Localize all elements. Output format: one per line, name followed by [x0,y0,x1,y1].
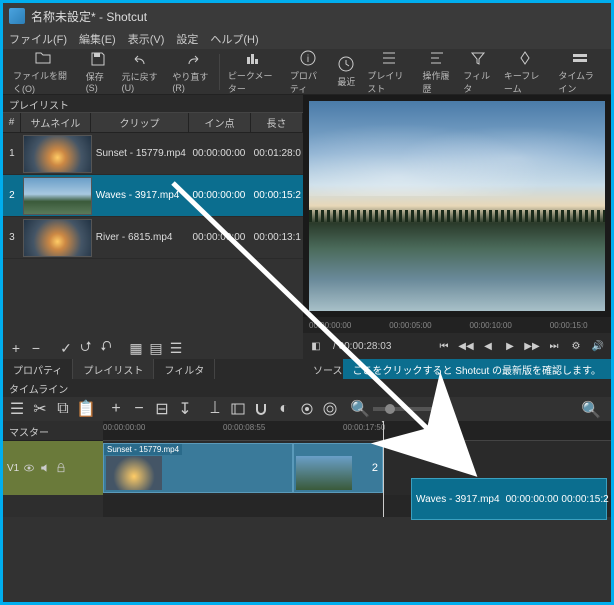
playlist-tools: + − ✓ ⮍ ⮏ ▦ ▤ ☰ [3,337,303,359]
preview-viewport[interactable] [309,101,605,311]
overwrite-button[interactable]: ↧ [175,399,195,419]
playlist-header: # サムネイル クリップ イン点 長さ [3,113,303,133]
skip-start-button[interactable]: ⏮ [435,337,453,355]
preview-controls: ◧ / 00:00:28:03 ⏮ ◀◀ ◀ ▶ ▶▶ ⏭ ⚙ 🔊 [303,333,611,359]
timeline-clip[interactable]: Sunset - 15779.mp4 [103,443,293,493]
zoom-in-button[interactable]: 🔍 [581,400,601,420]
toolbar-hist-button[interactable]: 操作履歴 [417,49,458,95]
toolbar-list-button[interactable]: プレイリスト [361,49,416,95]
menubar: ファイル(F) 編集(E) 表示(V) 設定ヘルプ(H) [3,29,611,49]
volume-button[interactable]: 🔊 [589,337,607,355]
menu-item[interactable]: ヘルプ(H) [210,31,258,47]
zoom-slider[interactable] [373,407,433,411]
skip-end-button[interactable]: ⏭ [545,337,563,355]
app-logo-icon [9,8,25,24]
copy-button[interactable]: ⧉ [53,399,73,419]
mute-icon[interactable] [39,462,51,474]
markers-button[interactable] [228,399,248,419]
col-length[interactable]: 長さ [251,113,303,132]
toolbar-info-button[interactable]: iプロパティ [284,49,332,95]
menu-item[interactable]: 編集(E) [79,31,116,47]
remove-clip-button[interactable]: − [129,399,149,419]
remove-button[interactable]: − [27,339,45,357]
toolbar-redo-button[interactable]: やり直す(R) [166,50,217,93]
playlist-panel-title: プレイリスト [3,95,303,113]
track-v1-header[interactable]: V1 [3,441,103,495]
menu-item[interactable]: 表示(V) [128,31,165,47]
toolbar-key-button[interactable]: キーフレーム [498,49,552,95]
playlist-row[interactable]: 1Sunset - 15779.mp400:00:00:0000:01:28:0 [3,133,303,175]
toolbar-meter-button[interactable]: ピークメーター [222,49,284,95]
play-button[interactable]: ▶ [501,337,519,355]
col-thumbnail[interactable]: サムネイル [21,113,91,132]
list-view-button[interactable]: ☰ [167,339,185,357]
svg-text:i: i [307,54,309,65]
drop-clip: Waves - 3917.mp4 [416,494,500,505]
toolbar-filter-button[interactable]: フィルタ [457,49,498,95]
playlist-row[interactable]: 2Waves - 3917.mp400:00:00:0000:00:15:2 [3,175,303,217]
split-button[interactable]: ⟘ [205,399,225,419]
toolbar-tl-button[interactable]: タイムライン [552,49,607,95]
ripple-button[interactable] [297,399,317,419]
scrub-button[interactable]: ◐ [274,399,294,419]
left-tab[interactable]: フィルタ [154,359,215,379]
track-v1-label: V1 [7,463,19,474]
snap-button[interactable] [251,399,271,419]
left-tab[interactable]: プレイリスト [73,359,154,379]
grid-view-button[interactable]: ▦ [127,339,145,357]
playlist-row[interactable]: 3River - 6815.mp400:00:00:0000:00:13:1 [3,217,303,259]
timeline-toolbar: ☰ ✂ ⧉ 📋 + − ⊟ ↧ ⟘ ◐ 🔍 🔍 [3,397,611,421]
toolbar-clock-button[interactable]: 最近 [331,55,361,88]
ripple-all-button[interactable] [320,399,340,419]
titlebar: 名称未設定* - Shotcut [3,3,611,29]
settings-button[interactable]: ⚙ [567,337,585,355]
append-button[interactable]: + [106,399,126,419]
up-button[interactable]: ⮍ [77,339,95,357]
tile-view-button[interactable]: ▤ [147,339,165,357]
paste-button[interactable]: 📋 [76,399,96,419]
add-button[interactable]: + [7,339,25,357]
lock-icon[interactable] [55,462,67,474]
in-point-button[interactable]: ◧ [307,337,325,355]
rewind-button[interactable]: ◀ [479,337,497,355]
col-in[interactable]: イン点 [189,113,251,132]
drop-in: 00:00:00:00 [506,494,559,505]
toolbar-undo-button[interactable]: 元に戻す(U) [116,50,167,93]
prev-frame-button[interactable]: ◀◀ [457,337,475,355]
drag-drop-indicator: Waves - 3917.mp4 00:00:00:00 00:00:15:2 [411,478,607,520]
toolbar-open-button[interactable]: ファイルを開く(O) [7,49,80,95]
timeline-ruler[interactable]: 00:00:00:0000:00:08:5500:00:17:50 [103,421,611,441]
update-notice[interactable]: ここをクリックすると Shotcut の最新版を確認します。 [343,359,611,379]
check-button[interactable]: ✓ [57,339,75,357]
cut-button[interactable]: ✂ [30,399,50,419]
menu-item[interactable]: ファイル(F) [9,31,67,47]
col-num[interactable]: # [3,113,21,132]
playhead[interactable] [383,421,384,517]
preview-tabs: ソース プロジェクト ここをクリックすると Shotcut の最新版を確認します… [303,359,611,379]
left-tab[interactable]: プロパティ [3,359,73,379]
tl-menu-button[interactable]: ☰ [7,399,27,419]
timeline-clip[interactable]: 2 [293,443,383,493]
window-title: 名称未設定* - Shotcut [31,8,147,25]
toolbar-save-button[interactable]: 保存(S) [80,50,116,93]
master-track-label[interactable]: マスター [3,421,103,441]
eye-icon[interactable] [23,462,35,474]
lift-button[interactable]: ⊟ [152,399,172,419]
col-clip[interactable]: クリップ [91,113,189,132]
menu-item[interactable]: 設定 [176,31,198,47]
drop-len: 00:00:15:2 [561,494,608,505]
preview-position: / 00:00:28:03 [333,341,391,352]
main-toolbar: ファイルを開く(O)保存(S)元に戻す(U)やり直す(R)ピークメーターiプロパ… [3,49,611,95]
preview-ruler[interactable]: 00:00:00:0000:00:05:0000:00:10:0000:00:1… [303,317,611,333]
down-button[interactable]: ⮏ [97,339,115,357]
left-tabs: プロパティプレイリストフィルタ [3,359,303,379]
forward-button[interactable]: ▶▶ [523,337,541,355]
timeline-title: タイムライン [3,379,611,397]
zoom-out-button[interactable]: 🔍 [350,399,370,419]
